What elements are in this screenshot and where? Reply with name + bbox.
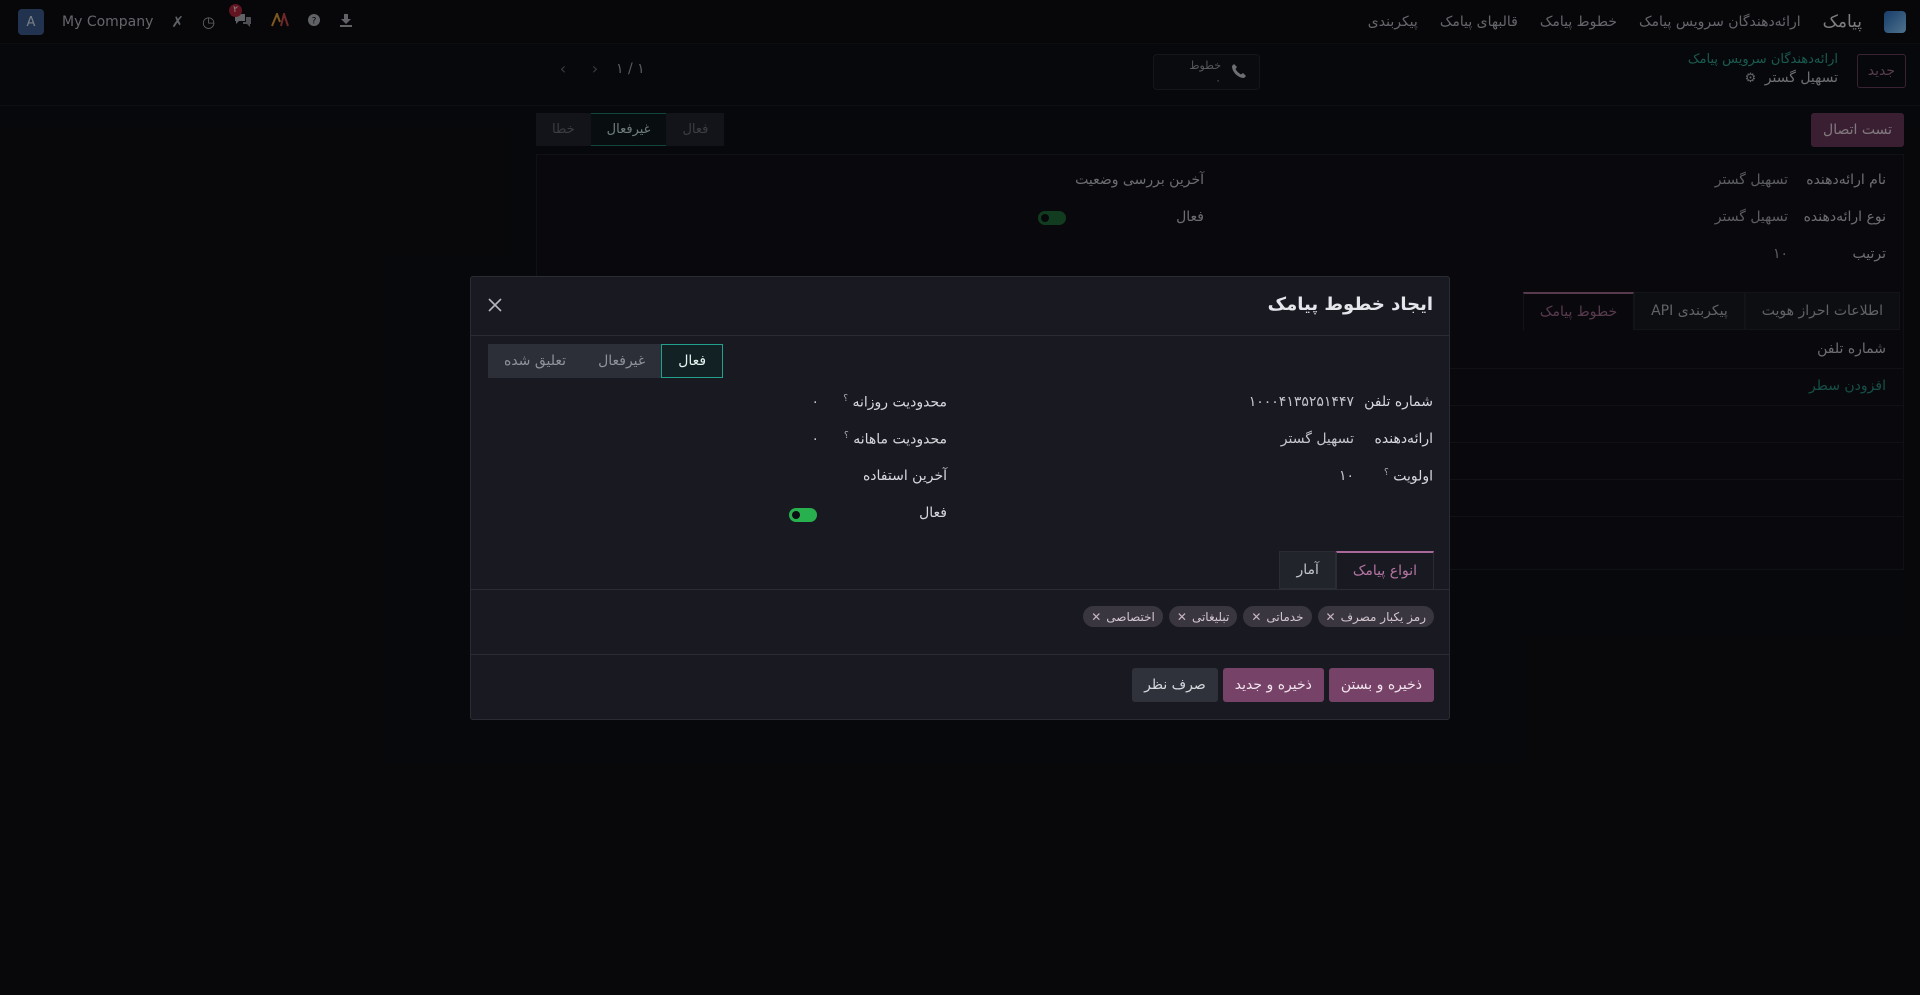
tag-item: رمز یکبار مصرف ✕ (1317, 606, 1434, 627)
dialog-header: ایجاد خطوط پیامک (471, 277, 1449, 336)
active-label: فعال (919, 505, 947, 521)
priority-input[interactable]: ۱۰ (1339, 468, 1354, 484)
footer-divider (471, 654, 1449, 655)
remove-tag-icon[interactable]: ✕ (1326, 610, 1336, 624)
stage-suspended[interactable]: تعلیق شده (488, 344, 583, 378)
tag-label: اختصاصی (1106, 609, 1155, 624)
daily-limit-help-icon[interactable]: ؟ (843, 394, 848, 404)
tag-label: خدماتی (1266, 609, 1304, 624)
discard-button[interactable]: صرف نظر (1132, 668, 1218, 702)
app-background: پیامک ارائه‌دهندگان سرویس پیامک خطوط پیا… (0, 0, 1920, 995)
sms-type-tags[interactable]: رمز یکبار مصرف ✕ خدماتی ✕ تبلیغاتی ✕ اخت… (1083, 606, 1434, 627)
provider-select[interactable]: تسهیل گستر (1281, 431, 1354, 447)
remove-tag-icon[interactable]: ✕ (1091, 610, 1101, 624)
dialog-footer: ذخیره و بستن ذخیره و جدید صرف نظر (1132, 668, 1434, 702)
create-sms-line-dialog: ایجاد خطوط پیامک تعلیق شده غیرفعال فعال … (470, 276, 1450, 720)
close-icon[interactable] (483, 293, 507, 317)
tab-sms-types[interactable]: انواع پیامک (1335, 551, 1434, 589)
remove-tag-icon[interactable]: ✕ (1251, 610, 1261, 624)
tabs-divider (471, 589, 1449, 590)
tag-label: تبلیغاتی (1191, 609, 1230, 624)
daily-limit-label: محدودیت روزانه ؟ (843, 394, 947, 411)
priority-label: اولویت ؟ (1384, 468, 1433, 485)
dialog-status-bar: تعلیق شده غیرفعال فعال (488, 344, 724, 378)
last-used-label: آخرین استفاده (862, 468, 947, 484)
monthly-limit-help-icon[interactable]: ؟ (844, 431, 849, 441)
monthly-limit-label-text: محدودیت ماهانه (853, 431, 947, 448)
daily-limit-input[interactable]: ۰ (811, 394, 819, 410)
priority-label-text: اولویت (1393, 468, 1433, 485)
stage-active[interactable]: فعال (661, 344, 724, 378)
tag-item: تبلیغاتی ✕ (1168, 606, 1238, 627)
priority-help-icon[interactable]: ؟ (1384, 468, 1389, 478)
dialog-notebook-tabs: انواع پیامک آمار (1279, 551, 1434, 589)
tag-label: رمز یکبار مصرف (1340, 609, 1426, 624)
monthly-limit-label: محدودیت ماهانه ؟ (844, 431, 947, 448)
monthly-limit-input[interactable]: ۰ (811, 431, 819, 447)
tag-item: خدماتی ✕ (1243, 606, 1312, 627)
save-new-button[interactable]: ذخیره و جدید (1222, 668, 1324, 702)
provider-label: ارائه‌دهنده (1374, 431, 1433, 447)
stage-inactive[interactable]: غیرفعال (582, 344, 662, 378)
phone-input[interactable]: ۱۰۰۰۴۱۳۵۲۵۱۴۴۷ (1249, 394, 1354, 410)
dialog-title: ایجاد خطوط پیامک (1267, 294, 1433, 315)
remove-tag-icon[interactable]: ✕ (1177, 610, 1187, 624)
phone-label: شماره تلفن (1364, 394, 1433, 410)
daily-limit-label-text: محدودیت روزانه (852, 394, 947, 411)
tab-statistics[interactable]: آمار (1279, 551, 1336, 589)
tag-item: اختصاصی ✕ (1083, 606, 1163, 627)
save-close-button[interactable]: ذخیره و بستن (1328, 668, 1434, 702)
active-toggle[interactable] (789, 508, 817, 522)
